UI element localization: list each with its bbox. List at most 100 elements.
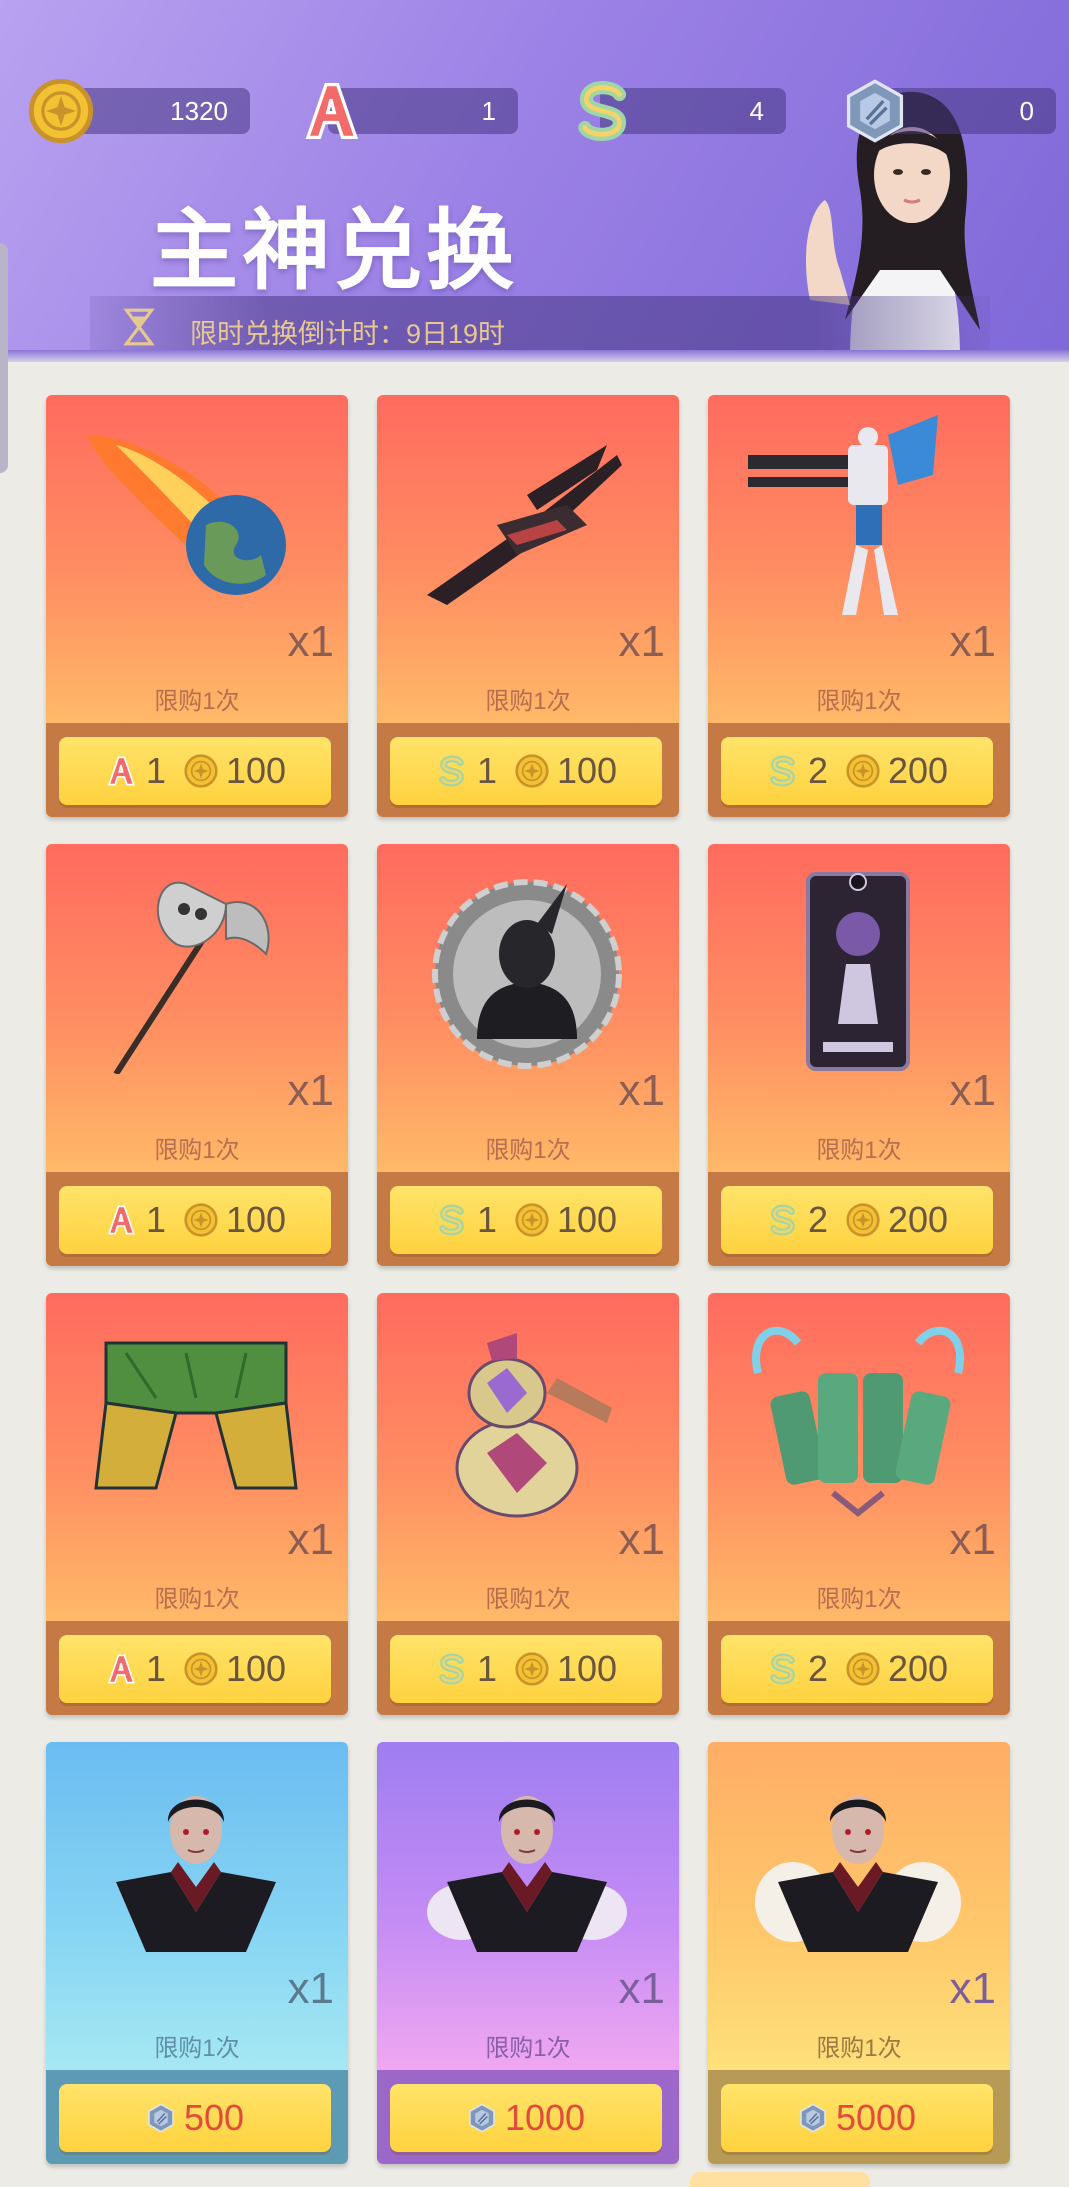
vampire-bust-image — [76, 1762, 316, 1972]
vampire-bust-image — [755, 1762, 961, 1972]
gold-cost: 200 — [887, 1648, 949, 1689]
meteor-earth-image — [86, 435, 286, 595]
jade-armor-image — [752, 1326, 964, 1517]
spaceship-image — [427, 445, 622, 605]
crystal-counter: 0 — [842, 88, 1056, 134]
letter-a-icon — [104, 754, 138, 788]
letter-s-icon — [766, 754, 800, 788]
buy-button[interactable]: 1 100 — [390, 1635, 662, 1703]
gold-cost: 100 — [225, 750, 287, 791]
gold-cost: 200 — [887, 750, 949, 791]
buy-button[interactable]: 1 100 — [59, 1635, 331, 1703]
buy-button[interactable]: 2 200 — [721, 1186, 993, 1254]
item-quantity: x1 — [287, 1964, 334, 2013]
buy-button[interactable]: 2 200 — [721, 737, 993, 805]
shop-item-card[interactable]: x1 限购1次 1 100 — [46, 395, 348, 817]
crystal-cost: 1000 — [504, 2097, 586, 2138]
purchase-limit-label: 限购1次 — [154, 2035, 240, 2062]
item-quantity: x1 — [618, 1066, 665, 1115]
item-quantity: x1 — [618, 1515, 665, 1564]
gold-coin-icon — [846, 754, 880, 788]
leaf-pants-image — [94, 1341, 298, 1490]
purchase-limit-label: 限购1次 — [816, 1137, 902, 1164]
item-quantity: x1 — [287, 617, 334, 666]
purchase-limit-label: 限购1次 — [154, 1137, 240, 1164]
bottom-popup-tab[interactable] — [690, 2172, 870, 2187]
shop-item-card[interactable]: x1 限购1次 1000 — [377, 1742, 679, 2164]
shop-item-card[interactable]: x1 限购1次 500 — [46, 1742, 348, 2164]
hourglass-icon — [123, 308, 155, 346]
shop-item-card[interactable]: x1 限购1次 1 100 — [377, 1293, 679, 1715]
letter-a-icon — [104, 1652, 138, 1686]
buy-button[interactable]: 500 — [59, 2084, 331, 2152]
crystal-cost: 500 — [183, 2097, 245, 2138]
shop-item-card[interactable]: x1 限购1次 2 200 — [708, 1293, 1010, 1715]
buy-button[interactable]: 5000 — [721, 2084, 993, 2152]
letter-s-icon — [435, 754, 469, 788]
item-quantity: x1 — [949, 1066, 996, 1115]
item-quantity: x1 — [287, 1066, 334, 1115]
shop-item-card[interactable]: x1 限购1次 2 200 — [708, 395, 1010, 817]
buy-button[interactable]: 1 100 — [59, 1186, 331, 1254]
purchase-limit-label: 限购1次 — [816, 1586, 902, 1613]
countdown-text: 限时兑换倒计时：9日19时 — [190, 319, 506, 349]
side-drawer-handle[interactable] — [0, 243, 8, 473]
mecha-robot-image — [748, 415, 938, 615]
purchase-limit-label: 限购1次 — [816, 688, 902, 715]
blue-crystal-icon — [146, 2103, 176, 2133]
purchase-limit-label: 限购1次 — [816, 2035, 902, 2062]
s-ticket-cost: 1 — [476, 1648, 497, 1689]
s-ticket-cost: 2 — [807, 1199, 828, 1240]
gold-coin-icon — [28, 78, 94, 144]
buy-button[interactable]: 2 200 — [721, 1635, 993, 1703]
letter-a-icon — [104, 1203, 138, 1237]
blue-crystal-icon — [798, 2103, 828, 2133]
gold-coin-icon — [515, 754, 549, 788]
buy-button[interactable]: 1000 — [390, 2084, 662, 2152]
s-ticket-cost: 2 — [807, 750, 828, 791]
page-title: 主神兑换 — [150, 199, 519, 302]
shop-item-card[interactable]: x1 限购1次 5000 — [708, 1742, 1010, 2164]
gourd-flask-image — [455, 1333, 612, 1518]
purchase-limit-label: 限购1次 — [154, 688, 240, 715]
blue-crystal-icon — [842, 78, 908, 144]
gold-currency-counter: 1320 — [28, 88, 250, 134]
buy-button[interactable]: 1 100 — [390, 737, 662, 805]
buy-button[interactable]: 1 100 — [59, 737, 331, 805]
gold-coin-icon — [515, 1652, 549, 1686]
a-ticket-cost: 1 — [145, 1199, 166, 1240]
letter-s-icon — [766, 1203, 800, 1237]
letter-s-icon — [435, 1203, 469, 1237]
s-ticket-counter: 4 — [570, 88, 786, 134]
shop-item-card[interactable]: x1 限购1次 2 200 — [708, 844, 1010, 1266]
gold-coin-icon — [184, 754, 218, 788]
gold-cost: 100 — [556, 1199, 618, 1240]
gold-coin-icon — [846, 1203, 880, 1237]
shop-item-card[interactable]: x1 限购1次 1 100 — [46, 1293, 348, 1715]
item-quantity: x1 — [949, 617, 996, 666]
s-ticket-cost: 1 — [476, 1199, 497, 1240]
a-ticket-cost: 1 — [145, 750, 166, 791]
gold-cost: 100 — [225, 1199, 287, 1240]
gold-coin-icon — [515, 1203, 549, 1237]
purchase-limit-label: 限购1次 — [485, 1586, 571, 1613]
buy-button[interactable]: 1 100 — [390, 1186, 662, 1254]
letter-a-icon — [298, 78, 364, 144]
purchase-limit-label: 限购1次 — [485, 1137, 571, 1164]
tarot-card-image — [806, 872, 910, 1071]
gold-cost: 100 — [225, 1648, 287, 1689]
shop-item-card[interactable]: x1 限购1次 1 100 — [46, 844, 348, 1266]
blue-crystal-icon — [467, 2103, 497, 2133]
item-quantity: x1 — [618, 1964, 665, 2013]
s-ticket-cost: 2 — [807, 1648, 828, 1689]
crystal-cost: 5000 — [835, 2097, 917, 2138]
gold-coin-icon — [184, 1203, 218, 1237]
s-ticket-cost: 1 — [476, 750, 497, 791]
shop-item-card[interactable]: x1 限购1次 1 100 — [377, 395, 679, 817]
header-banner: 1320 1 4 0 主神兑换 限时兑换倒计时：9日19时 — [0, 0, 1069, 362]
item-quantity: x1 — [949, 1515, 996, 1564]
gold-cost: 100 — [556, 750, 618, 791]
gold-coin-icon — [184, 1652, 218, 1686]
shop-item-card[interactable]: x1 限购1次 1 100 — [377, 844, 679, 1266]
gold-cost: 200 — [887, 1199, 949, 1240]
